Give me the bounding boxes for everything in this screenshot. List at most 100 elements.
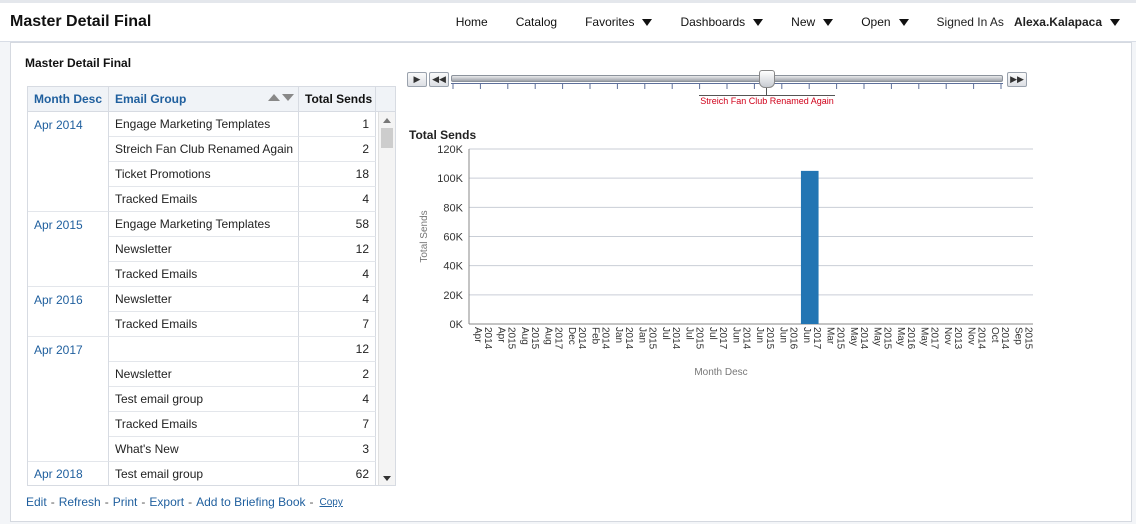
- slider-thumb[interactable]: [759, 70, 775, 88]
- column-header-month[interactable]: Month Desc: [28, 87, 109, 111]
- cell-month[interactable]: Apr 2016: [28, 287, 109, 312]
- x-tick-label: May2017: [918, 327, 939, 350]
- table-row: Tracked Emails 4: [28, 262, 395, 287]
- top-bar: Master Detail Final Home Catalog Favorit…: [0, 0, 1136, 42]
- fast-forward-button[interactable]: ▶▶: [1007, 72, 1027, 87]
- table-row: Apr 2014 Engage Marketing Templates 1: [28, 112, 395, 137]
- sort-descending-icon[interactable]: [282, 94, 294, 101]
- y-tick-label: 120K: [437, 144, 463, 156]
- column-header-group[interactable]: Email Group: [109, 87, 299, 111]
- table-row: Newsletter 2: [28, 362, 395, 387]
- cell-month: [28, 362, 109, 387]
- cell-month: [28, 187, 109, 212]
- nav-dashboards-label: Dashboards: [680, 15, 746, 29]
- nav-home[interactable]: Home: [442, 15, 502, 29]
- dashboard-canvas: Master Detail Final Month Desc Email Gro…: [0, 42, 1136, 524]
- scroll-up-icon[interactable]: [383, 118, 391, 123]
- cell-total-sends: 62: [299, 462, 376, 485]
- y-tick-label: 0K: [450, 319, 464, 331]
- x-tick-label: Apr2014: [472, 327, 493, 350]
- rewind-button[interactable]: ◀◀: [429, 72, 449, 87]
- nav-new-label: New: [791, 15, 816, 29]
- cell-month: [28, 387, 109, 412]
- nav-dashboards[interactable]: Dashboards: [666, 15, 777, 29]
- cell-month: [28, 137, 109, 162]
- x-tick-label: Mar2015: [824, 327, 845, 350]
- table-row: Tracked Emails 7: [28, 312, 395, 337]
- play-icon: ▶: [413, 74, 421, 84]
- separator: -: [104, 495, 109, 509]
- slider-ticks: [451, 83, 1003, 89]
- caret-down-icon: [1110, 18, 1120, 26]
- cell-total-sends: 4: [299, 262, 376, 287]
- sort-ascending-icon[interactable]: [268, 94, 280, 101]
- user-menu[interactable]: Alexa.Kalapaca: [1014, 15, 1120, 29]
- nav-new[interactable]: New: [777, 15, 847, 29]
- sort-icon[interactable]: [268, 94, 294, 101]
- copy-link[interactable]: Copy: [320, 497, 343, 509]
- cell-total-sends: 7: [299, 412, 376, 437]
- scroll-thumb[interactable]: [381, 128, 393, 148]
- cell-total-sends: 58: [299, 212, 376, 237]
- scroll-down-icon[interactable]: [383, 476, 391, 481]
- print-link[interactable]: Print: [113, 495, 138, 509]
- add-to-briefing-book-link[interactable]: Add to Briefing Book: [196, 495, 305, 509]
- export-link[interactable]: Export: [149, 495, 184, 509]
- cell-email-group: Engage Marketing Templates: [109, 112, 299, 137]
- separator: -: [309, 495, 314, 509]
- cell-month[interactable]: Apr 2018: [28, 462, 109, 485]
- cell-email-group: What's New: [109, 437, 299, 462]
- cell-total-sends: 12: [299, 337, 376, 362]
- x-tick-label: Nov2014: [965, 327, 986, 350]
- nav-open[interactable]: Open: [847, 15, 922, 29]
- app-title: Master Detail Final: [10, 13, 152, 30]
- x-tick-label: Jun2016: [777, 327, 798, 350]
- cell-month[interactable]: Apr 2017: [28, 337, 109, 362]
- x-tick-label: Jan2014: [613, 327, 634, 350]
- cell-total-sends: 2: [299, 137, 376, 162]
- table-row: Apr 2016 Newsletter 4: [28, 287, 395, 312]
- caret-down-icon: [642, 18, 653, 26]
- column-header-sends: Total Sends: [299, 87, 376, 111]
- nav-catalog[interactable]: Catalog: [502, 15, 571, 29]
- cell-total-sends: 12: [299, 237, 376, 262]
- table-row: Apr 2017 12: [28, 337, 395, 362]
- cell-month: [28, 237, 109, 262]
- x-tick-label: Jun2017: [801, 327, 822, 350]
- column-header-group-label: Email Group: [115, 92, 187, 106]
- x-tick-label: May2016: [895, 327, 916, 350]
- cell-month[interactable]: Apr 2014: [28, 112, 109, 137]
- cell-total-sends: 4: [299, 387, 376, 412]
- cell-total-sends: 4: [299, 187, 376, 212]
- nav-favorites[interactable]: Favorites: [571, 15, 666, 29]
- panel-title: Master Detail Final: [25, 56, 132, 70]
- section-slider: ▶ ◀◀ Streich Fan Club Renamed Again ▶▶: [407, 69, 1032, 113]
- cell-month[interactable]: Apr 2015: [28, 212, 109, 237]
- cell-month: [28, 312, 109, 337]
- cell-total-sends: 1: [299, 112, 376, 137]
- table-row: Newsletter 12: [28, 237, 395, 262]
- y-tick-label: 80K: [443, 202, 463, 214]
- pivot-table: Month Desc Email Group Total Sends Apr 2…: [27, 86, 396, 486]
- x-tick-label: Feb2014: [589, 327, 610, 350]
- slider-track[interactable]: [451, 75, 1003, 82]
- separator: -: [188, 495, 193, 509]
- edit-link[interactable]: Edit: [26, 495, 47, 509]
- user-name: Alexa.Kalapaca: [1013, 15, 1102, 29]
- cell-email-group: Newsletter: [109, 362, 299, 387]
- table-row: Tracked Emails 7: [28, 412, 395, 437]
- cell-email-group: Tracked Emails: [109, 187, 299, 212]
- cell-email-group: Tracked Emails: [109, 262, 299, 287]
- global-nav: Home Catalog Favorites Dashboards New Op…: [442, 15, 1120, 29]
- cell-email-group: Ticket Promotions: [109, 162, 299, 187]
- refresh-link[interactable]: Refresh: [59, 495, 101, 509]
- y-tick-label: 40K: [443, 261, 463, 273]
- cell-total-sends: 4: [299, 287, 376, 312]
- analysis-panel: Master Detail Final Month Desc Email Gro…: [10, 42, 1132, 522]
- table-scrollbar[interactable]: [378, 112, 395, 485]
- slider-value-label: Streich Fan Club Renamed Again: [699, 95, 835, 106]
- cell-month: [28, 262, 109, 287]
- cell-email-group: Newsletter: [109, 287, 299, 312]
- play-button[interactable]: ▶: [407, 72, 427, 87]
- cell-email-group: Tracked Emails: [109, 312, 299, 337]
